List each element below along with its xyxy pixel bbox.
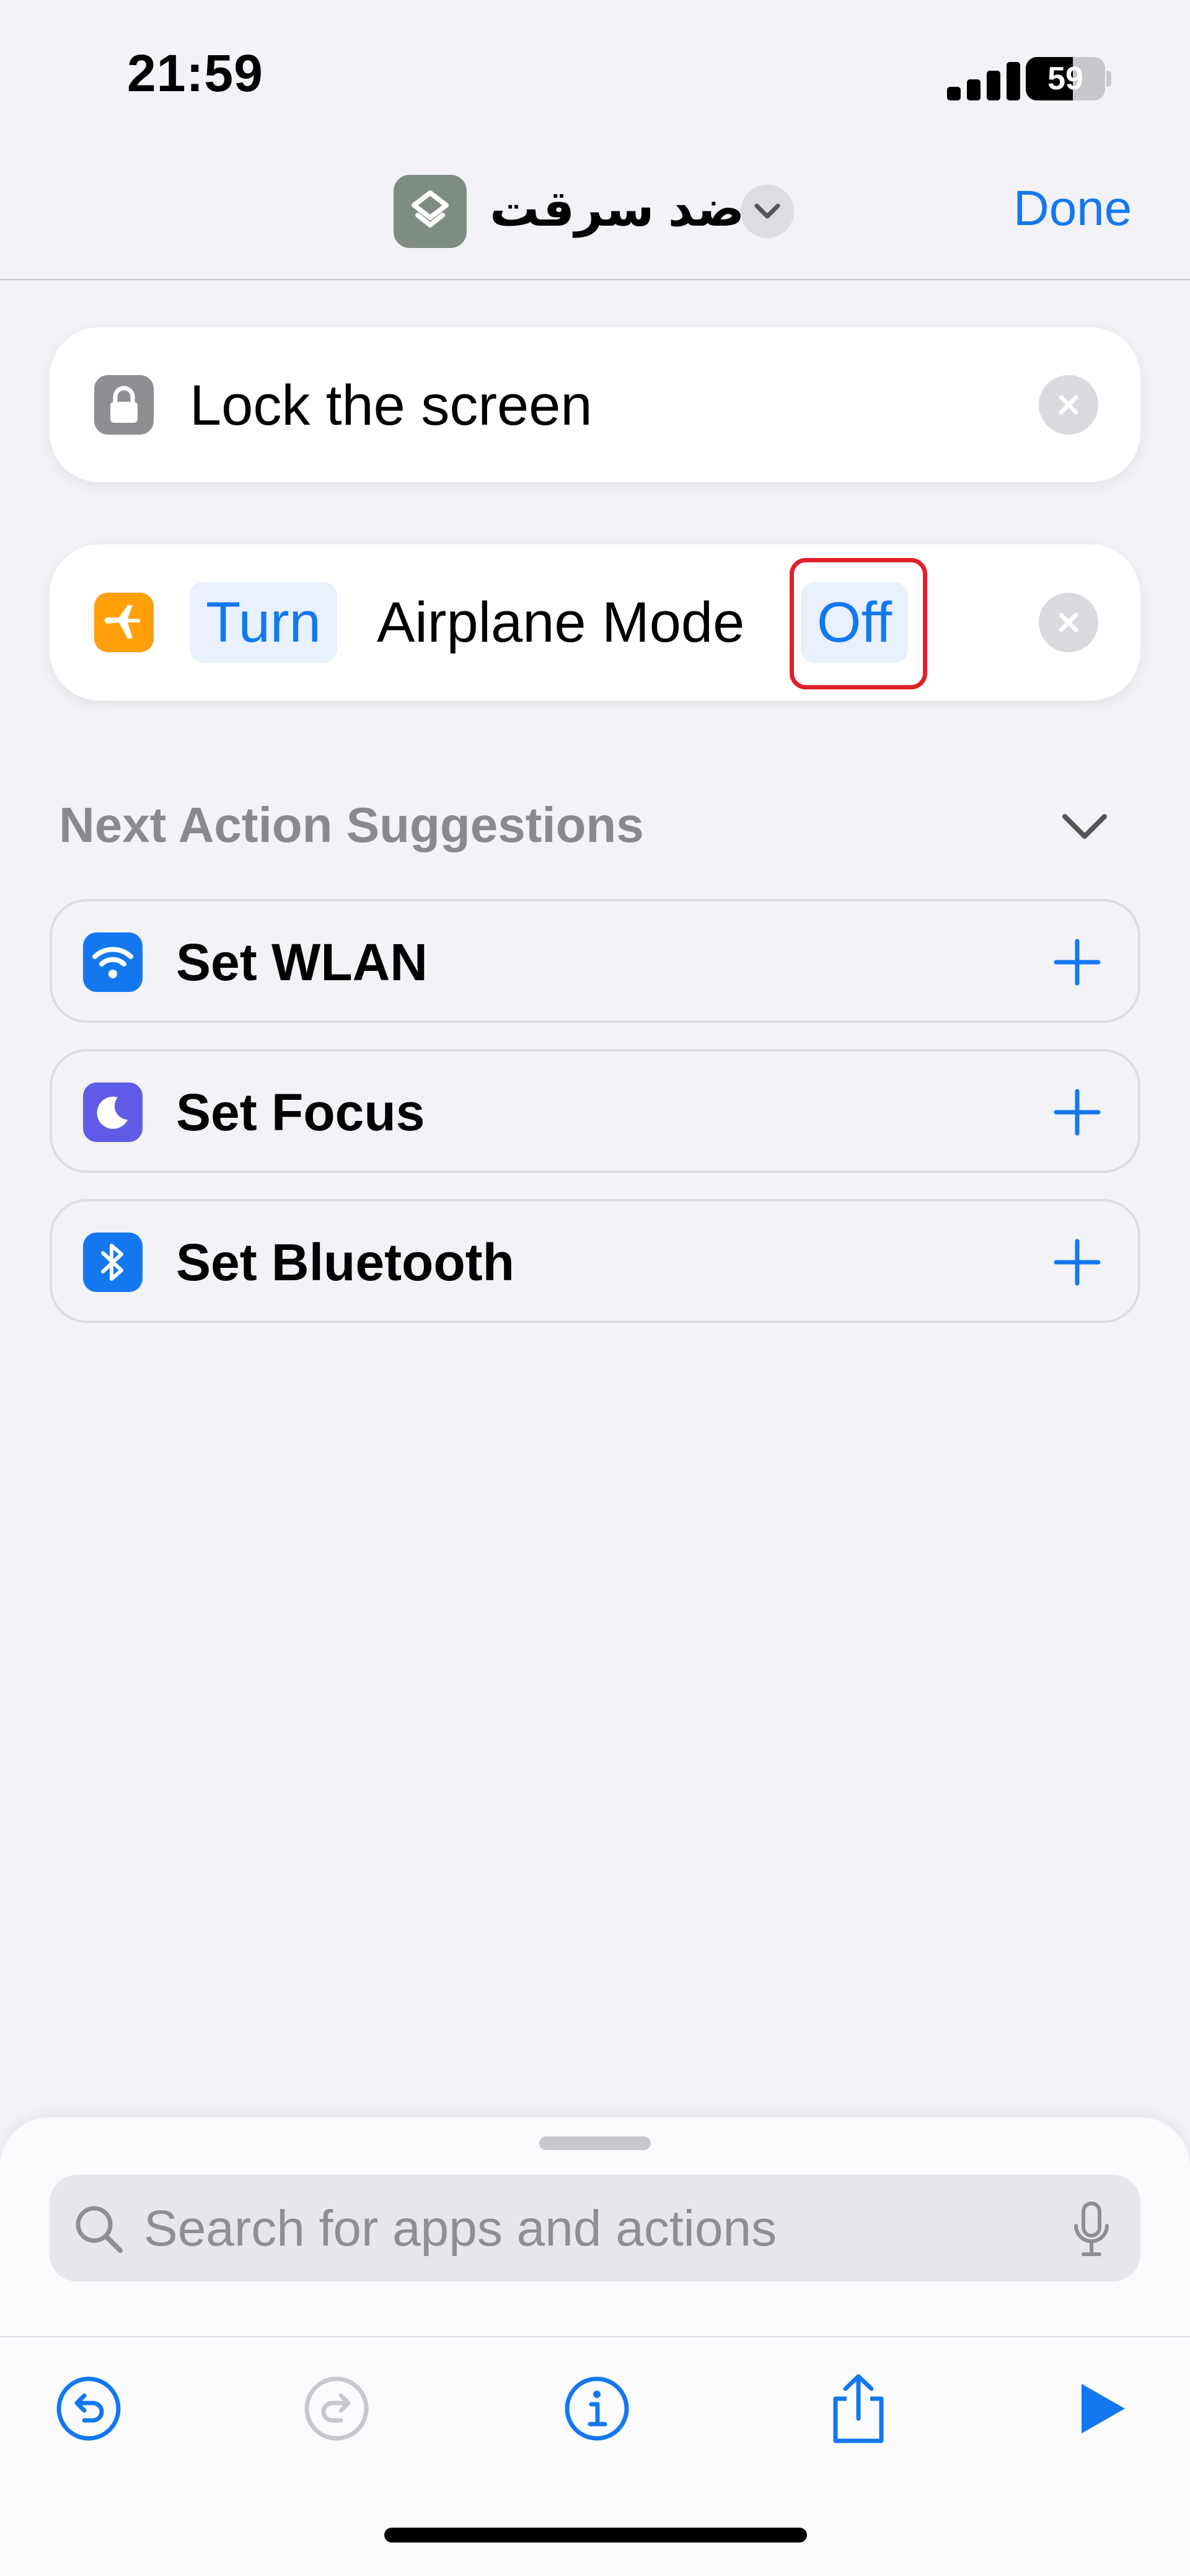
shortcuts-layers-icon <box>412 190 449 228</box>
share-icon <box>833 2374 884 2443</box>
done-button[interactable]: Done <box>1013 180 1132 237</box>
action-lock-label: Lock the screen <box>190 374 593 437</box>
suggestion-set-wlan[interactable]: Set WLAN <box>50 899 1140 1023</box>
suggestion-label: Set WLAN <box>176 933 428 991</box>
undo-button[interactable] <box>48 2368 129 2449</box>
close-icon <box>1059 613 1078 632</box>
undo-icon <box>56 2376 121 2441</box>
chevron-down-icon[interactable] <box>1054 803 1116 852</box>
wifi-icon <box>83 932 143 992</box>
info-icon <box>565 2376 629 2441</box>
chevron-down-icon <box>754 203 780 219</box>
airplane-mode-label: Airplane Mode <box>377 591 745 654</box>
suggestions-header: Next Action Suggestions <box>59 797 644 852</box>
cellular-signal-icon <box>947 62 1020 100</box>
sheet-grabber[interactable] <box>539 2136 651 2150</box>
home-indicator[interactable] <box>384 2528 807 2543</box>
redo-button[interactable] <box>296 2368 377 2449</box>
highlight-annotation-box <box>790 558 927 689</box>
status-time: 21:59 <box>127 44 263 102</box>
shortcuts-app-icon[interactable] <box>394 175 467 248</box>
microphone-icon[interactable] <box>1071 2200 1112 2259</box>
title-menu-button[interactable] <box>741 185 794 238</box>
add-icon[interactable] <box>1047 1082 1107 1142</box>
battery-icon: 59 <box>1026 57 1113 100</box>
search-icon <box>76 2206 123 2253</box>
search-bar[interactable] <box>50 2175 1140 2283</box>
action-lock-screen[interactable]: Lock the screen <box>50 327 1140 482</box>
share-button[interactable] <box>818 2368 899 2449</box>
remove-action-button[interactable] <box>1039 593 1098 652</box>
moon-icon <box>83 1082 143 1142</box>
bluetooth-icon <box>83 1233 143 1292</box>
battery-level: 59 <box>1047 61 1083 97</box>
airplane-icon <box>94 593 154 652</box>
add-icon[interactable] <box>1047 932 1107 992</box>
suggestion-set-bluetooth[interactable]: Set Bluetooth <box>50 1199 1140 1323</box>
toolbar-divider <box>0 2336 1190 2337</box>
remove-action-button[interactable] <box>1039 375 1098 435</box>
turn-parameter-token[interactable]: Turn <box>190 582 337 663</box>
close-icon <box>1059 395 1078 415</box>
shortcut-title[interactable]: ضد سرقت <box>490 180 744 237</box>
suggestion-label: Set Focus <box>176 1083 425 1141</box>
info-button[interactable] <box>557 2368 637 2449</box>
add-icon[interactable] <box>1047 1233 1107 1292</box>
lock-icon <box>94 375 154 435</box>
run-button[interactable] <box>1061 2368 1142 2449</box>
action-airplane-mode[interactable]: Turn Airplane Mode Off <box>50 544 1140 701</box>
redo-icon <box>304 2376 369 2441</box>
suggestion-set-focus[interactable]: Set Focus <box>50 1049 1140 1173</box>
search-input[interactable] <box>143 2175 1013 2283</box>
play-icon <box>1082 2384 1125 2433</box>
suggestion-label: Set Bluetooth <box>176 1233 514 1291</box>
